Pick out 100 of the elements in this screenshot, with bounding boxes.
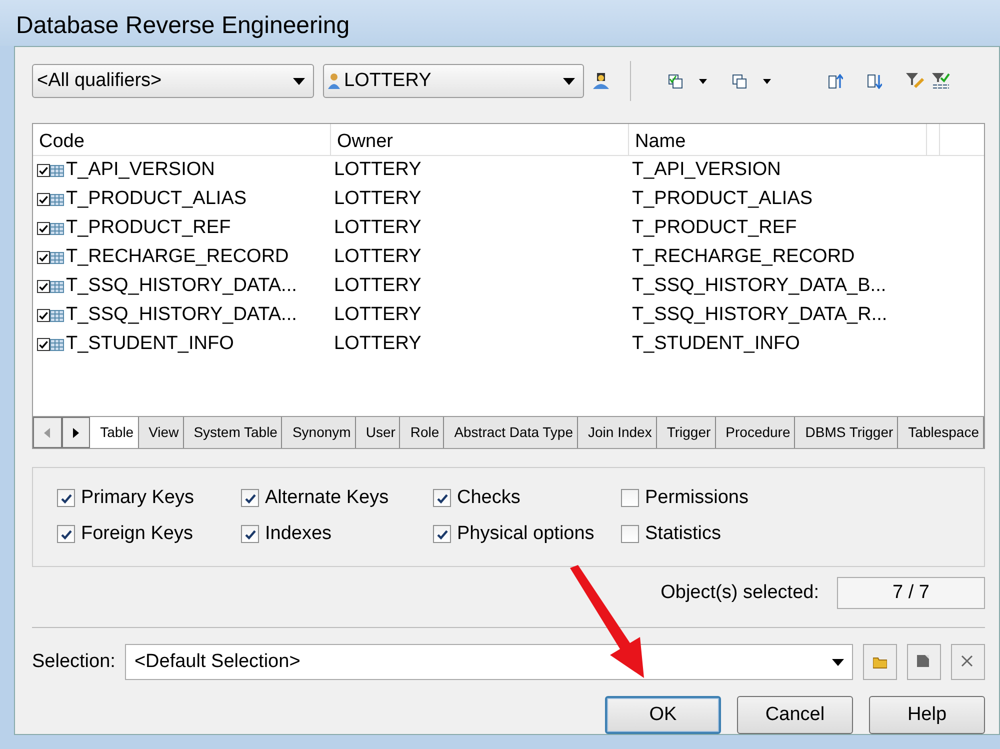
option-checkbox[interactable]: Physical options: [433, 516, 621, 552]
table-cell-text: T_PRODUCT_REF: [631, 216, 798, 240]
option-checkbox[interactable]: Checks: [433, 480, 621, 516]
window-title: Database Reverse Engineering: [0, 0, 1000, 46]
dialog-button[interactable]: OK: [605, 696, 721, 734]
table-cell-text: LOTTERY: [333, 332, 422, 356]
table-icon: [50, 164, 64, 176]
dialog-button[interactable]: Help: [869, 696, 985, 734]
owner-dropdown[interactable]: LOTTERY: [323, 64, 584, 98]
check-icon: [60, 528, 72, 540]
check-icon: [38, 165, 49, 176]
table-cell-text: T_RECHARGE_RECORD: [631, 245, 856, 270]
folder-icon: [873, 655, 887, 669]
dialog-button[interactable]: Cancel: [737, 696, 853, 734]
tab[interactable]: Abstract Data Type: [444, 417, 578, 448]
check-icon: [244, 492, 256, 504]
table-cell-text: T_SSQ_HISTORY_DATA...: [65, 274, 298, 298]
filter-edit-icon: [906, 73, 924, 89]
row-checkbox[interactable]: [37, 164, 50, 177]
table-cell-text: T_PRODUCT_REF: [65, 216, 232, 240]
tab[interactable]: Synonym: [282, 417, 356, 448]
right-arrow-icon: [72, 428, 79, 438]
option-checkbox[interactable]: Foreign Keys: [57, 516, 241, 552]
check-icon: [38, 252, 49, 263]
option-checkbox[interactable]: Alternate Keys: [241, 480, 433, 516]
scroll-right-button[interactable]: [62, 417, 90, 448]
tab[interactable]: View: [138, 417, 184, 448]
scroll-left-button[interactable]: [33, 417, 62, 448]
check-icon: [436, 492, 448, 504]
qualifier-dropdown[interactable]: <All qualifiers>: [32, 64, 314, 98]
option-checkbox[interactable]: Primary Keys: [57, 480, 241, 516]
square-icon: [917, 655, 931, 669]
objects-selected-label: Object(s) selected:: [660, 580, 819, 605]
table-cell-text: T_RECHARGE_RECORD: [65, 245, 290, 270]
deselect-icon: [732, 74, 747, 88]
table-cell-text: LOTTERY: [333, 187, 422, 212]
row-checkbox[interactable]: [37, 280, 50, 293]
caret-icon: [763, 78, 771, 84]
table-cell-text: T_API_VERSION: [65, 158, 216, 182]
check-icon: [38, 310, 49, 321]
left-arrow-icon: [44, 428, 50, 438]
check-icon: [436, 528, 448, 540]
close-icon: [961, 655, 975, 669]
table-cell-text: T_SSQ_HISTORY_DATA_B...: [631, 274, 888, 298]
option-checkbox[interactable]: Statistics: [621, 516, 821, 552]
option-checkbox[interactable]: Indexes: [241, 516, 433, 552]
caret-icon: [699, 78, 707, 84]
select-all-icon: [668, 74, 683, 88]
check-icon: [38, 194, 49, 205]
column-header[interactable]: Name: [629, 124, 927, 155]
table-icon: [50, 194, 64, 206]
user-icon: [328, 73, 340, 89]
selection-dropdown[interactable]: <Default Selection>: [125, 644, 853, 680]
row-checkbox[interactable]: [37, 338, 50, 351]
table-cell-text: T_SSQ_HISTORY_DATA_R...: [631, 303, 888, 328]
move-down-icon: [867, 74, 882, 88]
tab[interactable]: Role: [400, 417, 444, 448]
open-button[interactable]: [863, 644, 897, 680]
table-cell-text: T_API_VERSION: [631, 158, 782, 182]
tab[interactable]: User: [356, 417, 400, 448]
table-icon: [50, 252, 64, 264]
check-icon: [244, 528, 256, 540]
check-icon: [38, 339, 49, 350]
tab[interactable]: System Table: [184, 417, 282, 448]
caret-icon: [293, 78, 305, 84]
column-header[interactable]: Code: [33, 124, 331, 155]
tab[interactable]: Procedure: [716, 417, 796, 448]
option-checkbox[interactable]: Permissions: [621, 480, 821, 516]
objects-selected-count: 7 / 7: [837, 577, 985, 609]
tab[interactable]: Tablespace: [898, 417, 984, 448]
user-icon: [593, 73, 609, 89]
move-up-icon: [828, 74, 843, 88]
table-cell-text: LOTTERY: [333, 216, 422, 240]
table-cell-text: T_STUDENT_INFO: [631, 332, 801, 356]
selection-label: Selection:: [32, 650, 116, 674]
tab[interactable]: Join Index: [578, 417, 657, 448]
close-button[interactable]: [951, 644, 985, 680]
caret-icon: [832, 658, 844, 666]
column-header[interactable]: Owner: [331, 124, 629, 155]
table-cell-text: T_SSQ_HISTORY_DATA...: [65, 303, 298, 328]
table-cell-text: T_PRODUCT_ALIAS: [65, 187, 248, 212]
tab[interactable]: Trigger: [656, 417, 716, 448]
check-icon: [60, 492, 72, 504]
table-icon: [50, 338, 64, 350]
save-button[interactable]: [907, 644, 941, 680]
table-cell-text: LOTTERY: [333, 274, 422, 298]
table-cell-text: T_PRODUCT_ALIAS: [631, 187, 814, 212]
table-cell-text: LOTTERY: [333, 158, 422, 182]
table-icon: [50, 280, 64, 292]
row-checkbox[interactable]: [37, 309, 50, 322]
table-cell-text: LOTTERY: [333, 245, 422, 270]
table-cell-text: LOTTERY: [333, 303, 422, 328]
row-checkbox[interactable]: [37, 251, 50, 264]
table-icon: [50, 310, 64, 322]
table-icon: [50, 222, 64, 234]
tab[interactable]: Table: [90, 417, 139, 448]
tab[interactable]: DBMS Trigger: [795, 417, 898, 448]
row-checkbox[interactable]: [37, 193, 50, 206]
caret-icon: [563, 78, 575, 84]
row-checkbox[interactable]: [37, 222, 50, 235]
